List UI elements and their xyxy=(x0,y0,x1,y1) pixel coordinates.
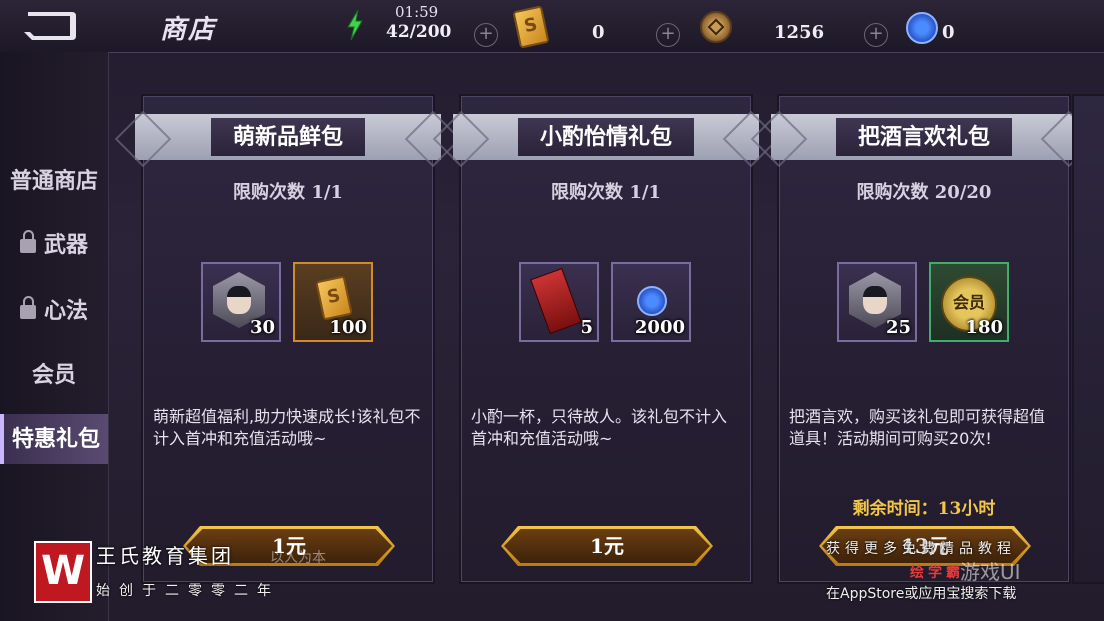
reward-item[interactable]: 会员 180 xyxy=(929,262,1009,342)
sidebar-item-vip[interactable]: 会员 xyxy=(0,350,108,400)
add-ticket-button[interactable]: + xyxy=(656,23,680,47)
item-count: 30 xyxy=(249,317,275,338)
lock-icon xyxy=(19,296,36,319)
pack-name: 萌新品鲜包 xyxy=(210,118,366,156)
reward-item[interactable]: 2000 xyxy=(611,262,691,342)
watermark-download-text: 在AppStore或应用宝搜索下载 xyxy=(826,586,1017,602)
ticket-icon: S xyxy=(512,5,550,49)
sidebar: 普通商店 武器 心法 会员 特惠礼包 xyxy=(0,52,109,621)
price-label: 1元 xyxy=(590,534,624,558)
blue-shield-gem-icon xyxy=(637,286,667,316)
pack-items: 25 会员 180 xyxy=(779,262,1069,342)
reward-item[interactable]: 30 xyxy=(201,262,281,342)
remaining-time: 剩余时间：13小时 xyxy=(852,499,996,519)
lock-icon xyxy=(19,230,36,253)
buy-button[interactable]: 1元 xyxy=(501,526,713,566)
pack-card: 小酌怡情礼包 限购次数 1/1 5 2000 小酌一杯，只待故人。该礼包不计入首… xyxy=(432,94,780,584)
pack-name: 把酒言欢礼包 xyxy=(835,118,1013,156)
pack-card-partial xyxy=(1072,94,1104,584)
ticket-count: 0 xyxy=(592,22,605,43)
item-count: 2000 xyxy=(634,317,685,338)
purchase-limit: 限购次数 1/1 xyxy=(233,182,343,203)
stamina-value: 42/200 xyxy=(386,22,452,42)
pack-banner: 小酌怡情礼包 xyxy=(432,110,780,168)
coin-icon xyxy=(700,11,732,43)
back-icon[interactable] xyxy=(20,8,80,44)
item-count: 100 xyxy=(329,317,367,338)
sidebar-item-special-packs[interactable]: 特惠礼包 xyxy=(0,414,108,464)
coin-count: 1256 xyxy=(774,22,825,43)
diamond-ornament-icon xyxy=(114,110,172,168)
pack-name: 小酌怡情礼包 xyxy=(517,118,695,156)
watermark-slogan: 始创于二零零二年 xyxy=(96,583,280,599)
watermark-game-ui: 游戏UI xyxy=(960,560,1021,584)
pack-description: 把酒言欢，购买该礼包即可获得超值道具！活动期间可购买20次! xyxy=(789,407,1046,448)
gem-icon xyxy=(906,12,938,44)
add-stamina-button[interactable]: + xyxy=(474,23,498,47)
gem-count: 0 xyxy=(942,22,955,43)
add-coin-button[interactable]: + xyxy=(864,23,888,47)
reward-item[interactable]: 25 xyxy=(837,262,917,342)
item-count: 180 xyxy=(965,317,1003,338)
item-count: 5 xyxy=(580,317,593,338)
watermark-grey-text: 以人为本 xyxy=(270,550,326,566)
watermark-logo: W xyxy=(34,541,92,603)
pack-description: 萌新超值福利,助力快速成长!该礼包不计入首冲和充值活动哦~ xyxy=(153,407,421,448)
top-bar: 商店 01:59 42/200 + S 0 + 1256 + 0 xyxy=(0,0,1104,53)
sidebar-item-label: 心法 xyxy=(43,298,88,324)
sidebar-item-weapons[interactable]: 武器 xyxy=(0,220,108,270)
sidebar-item-label: 武器 xyxy=(43,232,88,258)
red-scroll-icon xyxy=(530,267,582,335)
reward-item[interactable]: 5 xyxy=(519,262,599,342)
ticket-card-icon: S xyxy=(315,275,353,321)
item-count: 25 xyxy=(885,317,911,338)
sidebar-item-label: 会员 xyxy=(31,362,76,388)
purchase-limit: 限购次数 20/20 xyxy=(856,182,992,203)
watermark-name: 王氏教育集团 xyxy=(96,544,234,568)
sidebar-item-label: 普通商店 xyxy=(9,168,98,194)
pack-items: 5 2000 xyxy=(461,262,751,342)
pack-card: 把酒言欢礼包 限购次数 20/20 25 会员 180 把酒言欢，购买该礼包即可… xyxy=(750,94,1098,584)
pack-banner: 把酒言欢礼包 xyxy=(750,110,1098,168)
reward-item[interactable]: S 100 xyxy=(293,262,373,342)
page-title: 商店 xyxy=(160,15,217,45)
stamina-timer: 01:59 xyxy=(395,3,439,21)
sidebar-item-normal-shop[interactable]: 普通商店 xyxy=(0,156,108,206)
watermark-brand: 绘学霸 xyxy=(910,565,964,581)
pack-description: 小酌一杯，只待故人。该礼包不计入首冲和充值活动哦~ xyxy=(471,407,728,448)
pack-banner: 萌新品鲜包 xyxy=(114,110,462,168)
lightning-icon xyxy=(347,10,363,40)
sidebar-item-skills[interactable]: 心法 xyxy=(0,286,108,336)
sidebar-item-label: 特惠礼包 xyxy=(11,426,100,452)
purchase-limit: 限购次数 1/1 xyxy=(551,182,661,203)
watermark-promo-text: 获得更多免费精品教程 xyxy=(826,541,1016,557)
pack-card: 萌新品鲜包 限购次数 1/1 30 S 100 萌新超值福利,助力快速成长!该礼… xyxy=(114,94,462,584)
pack-items: 30 S 100 xyxy=(143,262,433,342)
